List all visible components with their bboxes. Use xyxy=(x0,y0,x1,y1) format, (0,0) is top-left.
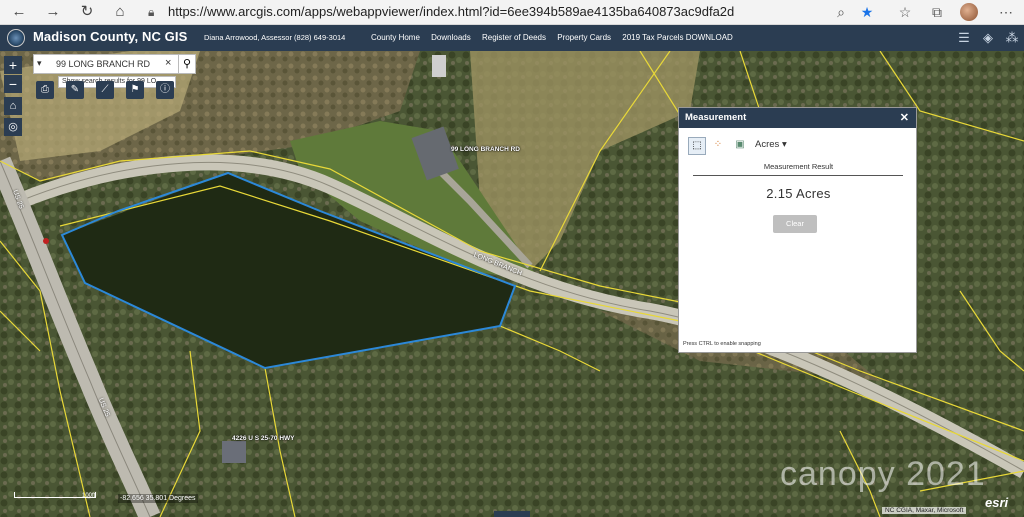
bottom-panel-toggle[interactable] xyxy=(494,511,530,517)
measurement-panel: Measurement ✕ ⬚ ⁘ ▣ Acres ▾ Measurement … xyxy=(678,107,917,353)
county-logo xyxy=(7,29,25,47)
search-box: ▾ × xyxy=(33,54,196,74)
back-icon[interactable]: ← xyxy=(10,3,28,21)
location-tool-icon[interactable]: ▣ xyxy=(732,137,748,153)
measurement-panel-header: Measurement ✕ xyxy=(679,108,916,128)
bookmark-icon: ⚑ xyxy=(130,84,140,95)
measure-button[interactable]: ⟋ xyxy=(96,81,114,99)
search-button[interactable]: ⚲ xyxy=(178,54,196,74)
grid-apps-icon[interactable]: ⁂ xyxy=(1004,30,1020,46)
lock-icon: 🔒︎ xyxy=(148,5,155,19)
snapping-hint: Press CTRL to enable snapping xyxy=(683,341,761,347)
unit-select[interactable]: Acres ▾ xyxy=(755,139,787,150)
link-property-cards[interactable]: Property Cards xyxy=(557,33,611,42)
reload-icon[interactable]: ↻ xyxy=(78,3,96,21)
esri-logo: esri xyxy=(985,495,1009,510)
coordinate-readout: -82.656 35.801 Degrees xyxy=(118,494,198,503)
link-tax-parcels-download[interactable]: 2019 Tax Parcels DOWNLOAD xyxy=(622,33,733,42)
more-menu-icon[interactable]: ⋯ xyxy=(997,3,1015,21)
info-icon: ⓘ xyxy=(160,84,170,95)
map-attribution: NC CGIA, Maxar, Microsoft xyxy=(882,507,967,514)
url-text: https://www.arcgis.com/apps/webappviewer… xyxy=(168,4,735,19)
measurement-result-label: Measurement Result xyxy=(763,162,834,171)
app-title: Madison County, NC GIS xyxy=(33,29,188,44)
forward-icon[interactable]: → xyxy=(44,3,62,21)
draw-button[interactable]: ✎ xyxy=(66,81,84,99)
profile-avatar[interactable] xyxy=(960,3,978,21)
home-icon[interactable]: ⌂ xyxy=(111,3,129,21)
favorite-star-icon[interactable]: ★ xyxy=(858,3,876,21)
favorites-icon[interactable]: ☆ xyxy=(896,3,914,21)
close-icon[interactable]: ✕ xyxy=(900,108,909,128)
search-icon: ⚲ xyxy=(182,58,192,70)
clear-search-icon[interactable]: × xyxy=(165,57,171,69)
search-input[interactable] xyxy=(56,57,176,71)
zoom-in-button[interactable]: + xyxy=(4,56,22,74)
print-icon: ⎙ xyxy=(41,84,49,95)
collections-icon[interactable]: ⧉ xyxy=(928,3,946,21)
link-register-of-deeds[interactable]: Register of Deeds xyxy=(482,33,546,42)
print-button[interactable]: ⎙ xyxy=(36,81,54,99)
clear-button[interactable]: Clear xyxy=(773,215,817,233)
zoom-search-icon[interactable]: ⌕ xyxy=(832,3,850,21)
measurement-panel-title: Measurement xyxy=(685,112,747,123)
distance-tool-icon[interactable]: ⁘ xyxy=(710,137,726,153)
header-links: County Home Downloads Register of Deeds … xyxy=(371,33,742,42)
pencil-icon: ✎ xyxy=(70,84,80,95)
home-extent-button[interactable]: ⌂ xyxy=(4,97,22,115)
zoom-controls: + − xyxy=(4,56,22,94)
ruler-icon: ⟋ xyxy=(101,84,109,95)
info-button[interactable]: ⓘ xyxy=(156,81,174,99)
area-tool-icon[interactable]: ⬚ xyxy=(688,137,706,155)
assessor-info: Diana Arrowood, Assessor (828) 649-3014 xyxy=(204,33,346,42)
map-label-4226-us-25-70: 4226 U S 25-70 HWY xyxy=(232,435,295,442)
map-label-99-long-branch: 99 LONG BRANCH RD xyxy=(451,146,520,153)
link-county-home[interactable]: County Home xyxy=(371,33,420,42)
bookmark-button[interactable]: ⚑ xyxy=(126,81,144,99)
browser-toolbar: ← → ↻ ⌂ 🔒︎ https://www.arcgis.com/apps/we… xyxy=(0,0,1024,25)
chevron-down-icon: ▾ xyxy=(781,139,787,150)
layers-icon[interactable]: ◈ xyxy=(980,30,996,46)
address-bar[interactable]: 🔒︎ https://www.arcgis.com/apps/webappview… xyxy=(148,2,883,22)
search-source-dropdown-icon[interactable]: ▾ xyxy=(37,58,42,69)
zoom-out-button[interactable]: − xyxy=(4,75,22,93)
divider xyxy=(693,175,903,176)
scale-label: 100ft xyxy=(82,493,96,499)
unit-value: Acres xyxy=(755,139,780,150)
link-downloads[interactable]: Downloads xyxy=(431,33,471,42)
my-location-button[interactable]: ◎ xyxy=(4,118,22,136)
app-header: Madison County, NC GIS Diana Arrowood, A… xyxy=(0,25,1024,51)
measurement-result-value: 2.15 Acres xyxy=(766,186,831,201)
list-menu-icon[interactable]: ☰ xyxy=(956,30,972,46)
canopy-watermark: canopy 2021 xyxy=(780,455,986,493)
